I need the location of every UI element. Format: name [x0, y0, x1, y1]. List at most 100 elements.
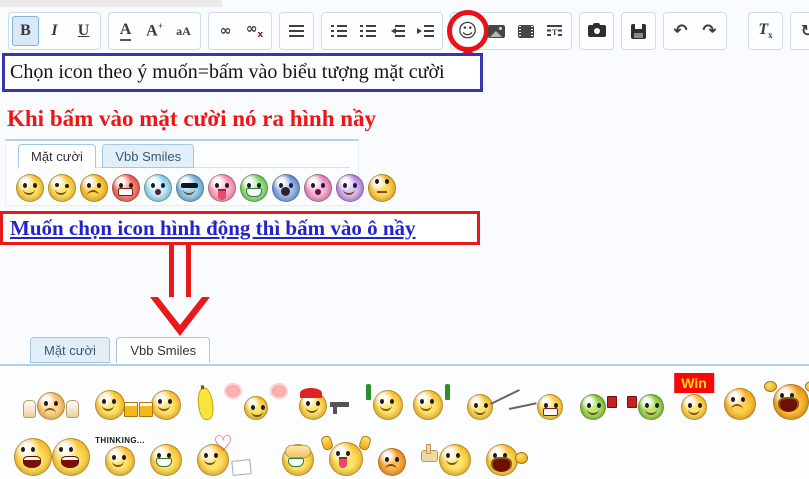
smiley-face — [373, 390, 403, 420]
smiley-picker-panel: Mặt cười Vbb Smiles — [5, 139, 359, 206]
emoticon-drinking-buddies[interactable] — [366, 390, 450, 420]
insert-image-button[interactable] — [483, 16, 510, 46]
smiley-blushing[interactable] — [304, 174, 332, 202]
emoticon-cheerleader[interactable] — [230, 396, 282, 420]
red-annotation-box: Muốn chọn icon hình động thì bấm vào ô n… — [0, 211, 480, 245]
remove-link-button[interactable]: ∞ — [241, 16, 268, 46]
smiley-face — [150, 444, 182, 476]
remove-format-button[interactable]: T — [752, 16, 779, 46]
smiley-button[interactable]: ☺ — [454, 16, 481, 46]
tab-mat-cuoi-2[interactable]: Mặt cười — [30, 337, 110, 363]
align-icon — [289, 25, 304, 37]
emoticon-love-letter[interactable] — [197, 444, 267, 476]
font-size-button[interactable]: A — [141, 16, 168, 46]
picker-tabstrip: Mặt cười Vbb Smiles — [18, 144, 350, 168]
bullet-list-button[interactable] — [325, 16, 352, 46]
cap-accessory — [300, 388, 322, 398]
emoticon-win-sign[interactable]: Win — [681, 394, 707, 420]
smiley-wink[interactable] — [48, 174, 76, 202]
win-badge: Win — [674, 373, 714, 393]
text-color-button[interactable]: A — [112, 16, 139, 46]
smiley-big-grin[interactable] — [240, 174, 268, 202]
emoticon-evil-grin[interactable] — [150, 444, 182, 476]
outdent-icon — [388, 25, 405, 37]
camera-icon — [588, 25, 606, 37]
top-gray-strip — [0, 0, 222, 7]
sword-accessory — [490, 389, 520, 405]
tab-vbb-smiles[interactable]: Vbb Smiles — [102, 144, 194, 168]
tab-vbb-smiles-2[interactable]: Vbb Smiles — [116, 337, 210, 363]
smiley-face — [378, 448, 406, 476]
emoticon-facepalm-laugh[interactable] — [282, 444, 314, 476]
toolbar-group: BIU — [8, 12, 101, 50]
gun-accessory — [330, 402, 349, 407]
smiley-shocked[interactable] — [272, 174, 300, 202]
smiley-face — [14, 438, 52, 476]
vbb-tabstrip: Mặt cười Vbb Smiles — [30, 337, 212, 361]
redo-button[interactable]: ↷ — [696, 16, 723, 46]
toolbar-group — [279, 12, 314, 50]
emoticon-silly-face[interactable] — [329, 442, 363, 476]
picker-smilies — [16, 174, 396, 202]
smiley-smile[interactable] — [16, 174, 44, 202]
emoticon-screaming-yawn[interactable] — [486, 444, 518, 476]
screenshot-button[interactable] — [583, 16, 610, 46]
numbered-list-button[interactable] — [354, 16, 381, 46]
source-refresh-button[interactable]: ↻ — [794, 16, 809, 46]
toolbar-group — [621, 12, 656, 50]
redo-icon: ↷ — [702, 23, 716, 40]
undo-button[interactable]: ↶ — [667, 16, 694, 46]
tab-mat-cuoi[interactable]: Mặt cười — [18, 144, 96, 168]
underline-button[interactable]: U — [70, 16, 97, 46]
indent-button[interactable] — [412, 16, 439, 46]
emoticon-furious[interactable] — [724, 388, 756, 420]
align-button[interactable] — [283, 16, 310, 46]
think-badge: THINKING... — [95, 436, 145, 445]
smiley-whistling[interactable] — [144, 174, 172, 202]
smiley-face — [638, 394, 664, 420]
text-color-icon: A — [120, 22, 132, 41]
arrow-stem — [169, 245, 191, 303]
emoticon-grumpy-crossed-arms[interactable] — [378, 448, 406, 476]
smiley-rolleyes[interactable] — [368, 174, 396, 202]
red-down-arrow-annotation — [150, 245, 210, 336]
insert-quote-button[interactable] — [541, 16, 568, 46]
emoticon-dancing-banana[interactable] — [198, 387, 213, 420]
smiley-mad[interactable] — [112, 174, 140, 202]
smiley-cool[interactable] — [176, 174, 204, 202]
smiley-icon: ☺ — [458, 22, 478, 41]
text-case-button[interactable]: aA — [170, 16, 197, 46]
quote-icon — [547, 25, 562, 38]
smiley-smug[interactable] — [336, 174, 364, 202]
outdent-button[interactable] — [383, 16, 410, 46]
smiley-worried[interactable] — [80, 174, 108, 202]
emoticon-finger-gun-smiley[interactable] — [421, 444, 471, 476]
emoticon-walkie-talkie[interactable] — [580, 394, 664, 420]
red-heading-text: Khi bấm vào mặt cười nó ra hình nầy — [7, 106, 376, 132]
emoticon-fencing[interactable] — [467, 394, 563, 420]
smiley-tongue[interactable] — [208, 174, 236, 202]
italic-button[interactable]: I — [41, 16, 68, 46]
emoticon-shooting-gun[interactable] — [299, 392, 349, 420]
toolbar-group: T — [748, 12, 783, 50]
smiley-face — [537, 394, 563, 420]
arrow-head — [150, 297, 210, 336]
emoticon-cheers-beer[interactable] — [95, 390, 181, 420]
smiley-face — [580, 394, 606, 420]
save-icon — [631, 24, 646, 39]
emoticon-worship[interactable] — [24, 392, 78, 420]
ul-icon — [331, 25, 347, 37]
bold-button[interactable]: B — [12, 16, 39, 46]
save-button[interactable] — [625, 16, 652, 46]
smiley-face — [486, 444, 518, 476]
emoticon-thinking[interactable]: THINKING... — [105, 446, 135, 476]
smiley-face — [329, 442, 363, 476]
emoticon-screaming-rage[interactable] — [773, 384, 809, 420]
smiley-face — [439, 444, 471, 476]
hand-accessory — [421, 450, 438, 462]
smiley-face — [105, 446, 135, 476]
source-refresh-icon: ↻ — [801, 23, 809, 39]
emoticon-laughing-pointing[interactable] — [14, 438, 90, 476]
insert-video-button[interactable] — [512, 16, 539, 46]
insert-link-button[interactable]: ∞ — [212, 16, 239, 46]
